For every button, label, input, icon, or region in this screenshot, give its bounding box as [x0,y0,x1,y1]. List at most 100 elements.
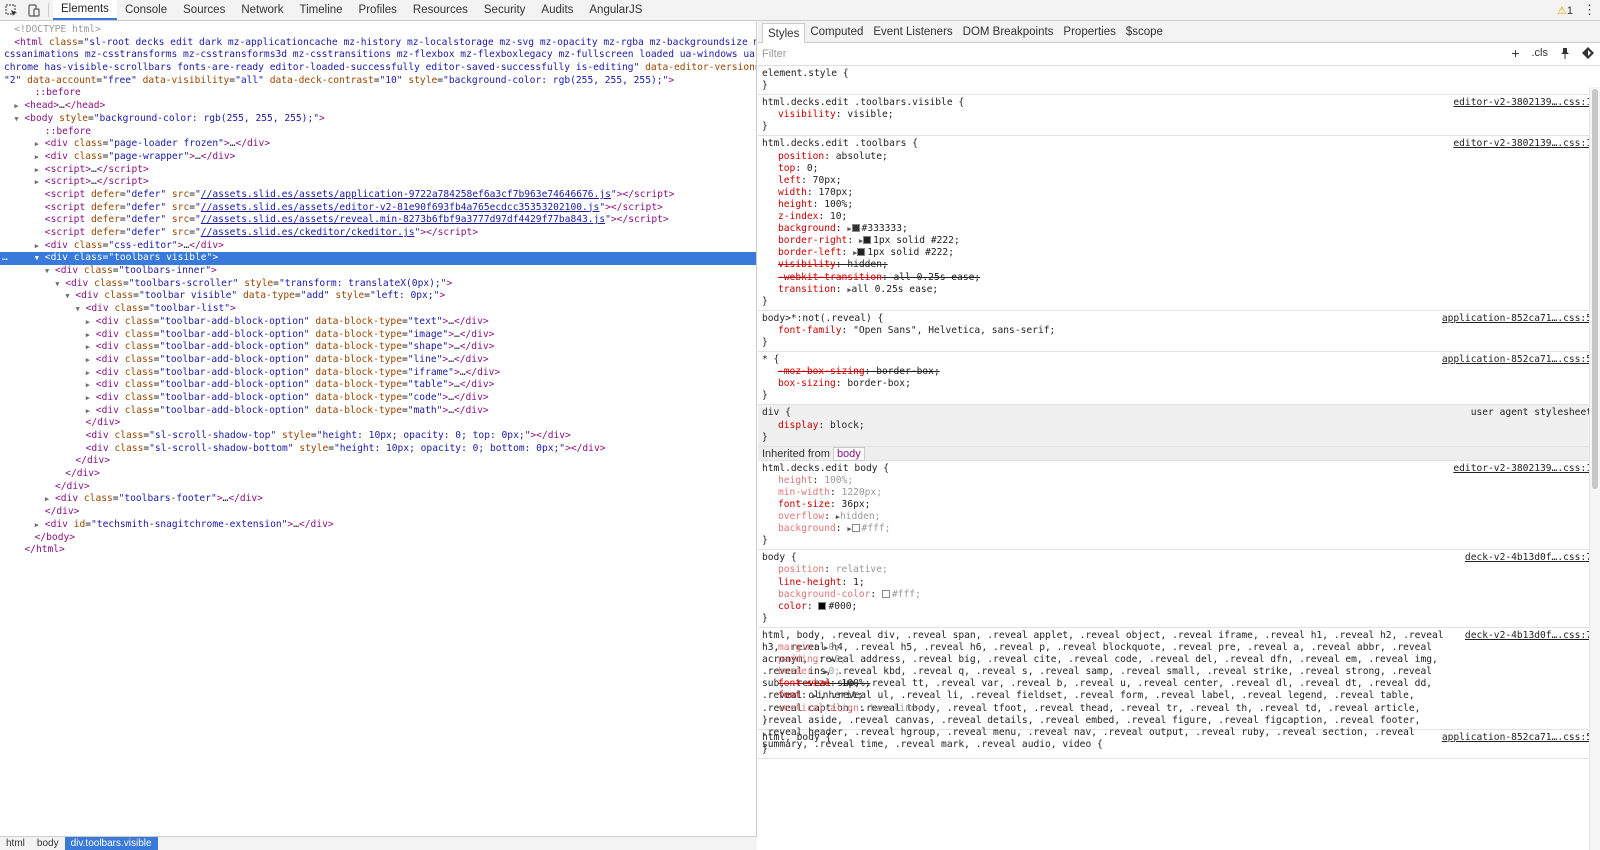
tab-elements[interactable]: Elements [53,0,117,20]
rule-source-link[interactable]: application-852ca71….css:5 [1442,313,1592,324]
property-value[interactable]: #fff; [862,523,891,534]
rule-source-link[interactable]: editor-v2-3802139….css:1 [1453,463,1592,474]
style-property[interactable]: height: 100%; [762,475,1596,487]
color-swatch[interactable] [857,248,866,257]
dom-node[interactable]: ▼ <body style="background-color: rgb(255,… [0,113,756,126]
dom-node[interactable]: ▶ <div class="toolbar-add-block-option" d… [0,379,756,392]
breadcrumb-item[interactable]: body [31,837,65,850]
warning-counter[interactable]: ⚠1 [1557,4,1573,17]
tab-event-listeners[interactable]: Event Listeners [868,21,957,42]
property-name[interactable]: border-right [778,235,847,246]
style-property[interactable]: min-width: 1220px; [762,487,1596,499]
collapse-arrow-icon[interactable]: ▼ [76,303,80,316]
dom-node[interactable]: ▼ <div class="toolbar-list"> [0,303,756,316]
property-name[interactable]: overflow [778,511,824,522]
property-name[interactable]: visibility [778,259,836,270]
scrollbar-thumb[interactable] [1592,89,1598,489]
color-swatch[interactable] [851,524,860,533]
property-value[interactable]: visible; [847,109,893,120]
property-value[interactable]: 36px; [842,499,871,510]
style-property[interactable]: background-color: #fff; [762,589,1596,601]
inherited-element-link[interactable]: body [832,446,865,461]
dom-node[interactable]: "2" data-account="free" data-visibility=… [0,75,756,88]
dom-node[interactable]: ▶ <head>…</head> [0,100,756,113]
property-name[interactable]: vertical-align [778,703,859,714]
dom-node[interactable]: </div> [0,481,756,494]
property-name[interactable]: z-index [778,211,818,222]
dom-node[interactable]: ▼ <div class="toolbars-scroller" style="t… [0,278,756,291]
dom-node[interactable]: ▶ <div class="toolbar-add-block-option" d… [0,341,756,354]
property-value[interactable]: absolute; [836,151,888,162]
property-value[interactable]: border-box; [876,366,940,377]
property-value[interactable]: 100%; [824,475,853,486]
dom-node[interactable]: </body> [0,532,756,545]
property-name[interactable]: background-color [778,589,870,600]
color-swatch[interactable] [818,601,827,610]
dom-node[interactable]: ▼ <div class="toolbar visible" data-type=… [0,290,756,303]
style-property[interactable]: z-index: 10; [762,211,1596,223]
tab-sources[interactable]: Sources [175,0,233,20]
expand-arrow-icon[interactable]: ▶ [86,392,90,405]
tab-resources[interactable]: Resources [405,0,476,20]
style-property[interactable]: box-sizing: border-box; [762,378,1596,390]
dom-node[interactable]: ▶ <div id="techsmith-snagitchrome-extensi… [0,519,756,532]
style-property[interactable]: line-height: 1; [762,577,1596,589]
style-property[interactable]: position: absolute; [762,151,1596,163]
property-name[interactable]: font-family [778,325,842,336]
element-classes-button[interactable]: .cls [1532,47,1549,62]
tab-timeline[interactable]: Timeline [292,0,351,20]
style-property[interactable]: visibility: hidden; [762,259,1596,271]
expand-arrow-icon[interactable]: ▶ [86,379,90,392]
property-value[interactable]: 0; [807,163,819,174]
property-value[interactable]: 0; [828,666,840,677]
dom-node[interactable]: <div class="sl-scroll-shadow-bottom" sty… [0,443,756,456]
expand-arrow-icon[interactable]: ▶ [35,151,39,164]
dom-node[interactable]: </div> [0,468,756,481]
new-style-rule-icon[interactable]: + [1511,46,1519,62]
property-value[interactable]: border-box; [847,378,911,389]
property-value[interactable]: baseline; [870,703,922,714]
dom-node[interactable]: <html class="sl-root decks edit dark mz-… [0,37,756,50]
more-menu-icon[interactable]: ⋮ [1583,2,1596,18]
expand-arrow-icon[interactable]: ▶ [35,519,39,532]
dom-node[interactable]: ▶ <div class="toolbar-add-block-option" d… [0,354,756,367]
collapse-arrow-icon[interactable]: ▼ [55,278,59,291]
property-value[interactable]: all 0.25s ease; [852,284,939,295]
tab-dom-breakpoints[interactable]: DOM Breakpoints [958,21,1059,42]
dom-node[interactable]: ▶ <div class="page-wrapper">…</div> [0,151,756,164]
rule-source-link[interactable]: editor-v2-3802139….css:1 [1453,138,1592,149]
tab-security[interactable]: Security [476,0,534,20]
dom-node[interactable]: ▶ <div class="toolbar-add-block-option" d… [0,316,756,329]
property-name[interactable]: font [778,690,801,701]
style-property[interactable]: display: block; [762,420,1596,432]
property-value[interactable]: #000; [828,601,857,612]
styles-scrollbar[interactable] [1589,87,1600,850]
style-property[interactable]: transition: ▶all 0.25s ease; [762,284,1596,296]
style-property[interactable]: width: 170px; [762,187,1596,199]
property-name[interactable]: font-size [778,678,830,689]
property-name[interactable]: left [778,175,801,186]
expand-arrow-icon[interactable]: ▶ [35,240,39,253]
property-name[interactable]: visibility [778,109,836,120]
tab-network[interactable]: Network [233,0,291,20]
style-property[interactable]: -webkit-transition: all 0.25s ease; [762,272,1596,284]
more-options-icon[interactable]: … [2,252,8,265]
property-value[interactable]: 100%; [824,199,853,210]
breadcrumb-item[interactable]: html [0,837,31,850]
property-name[interactable]: -webkit-transition [778,272,882,283]
property-value[interactable]: 0; [834,654,846,665]
style-property[interactable]: overflow: ▶hidden; [762,511,1596,523]
property-name[interactable]: box-sizing [778,378,836,389]
expand-arrow-icon[interactable]: ▶ [86,354,90,367]
dom-node[interactable]: ▼ <div class="toolbars-inner"> [0,265,756,278]
property-value[interactable]: 0; [828,642,840,653]
filter-input[interactable] [762,48,1062,60]
dom-node[interactable]: <div class="sl-scroll-shadow-top" style=… [0,430,756,443]
dom-node[interactable]: ▶ <script>…</script> [0,176,756,189]
expand-arrow-icon[interactable]: ▶ [35,176,39,189]
property-value[interactable]: hidden; [847,259,887,270]
dom-node[interactable]: <script defer="defer" src="//assets.slid… [0,227,756,240]
tab-angularjs[interactable]: AngularJS [581,0,650,20]
pin-icon[interactable] [1560,47,1570,62]
property-name[interactable]: color [778,601,807,612]
